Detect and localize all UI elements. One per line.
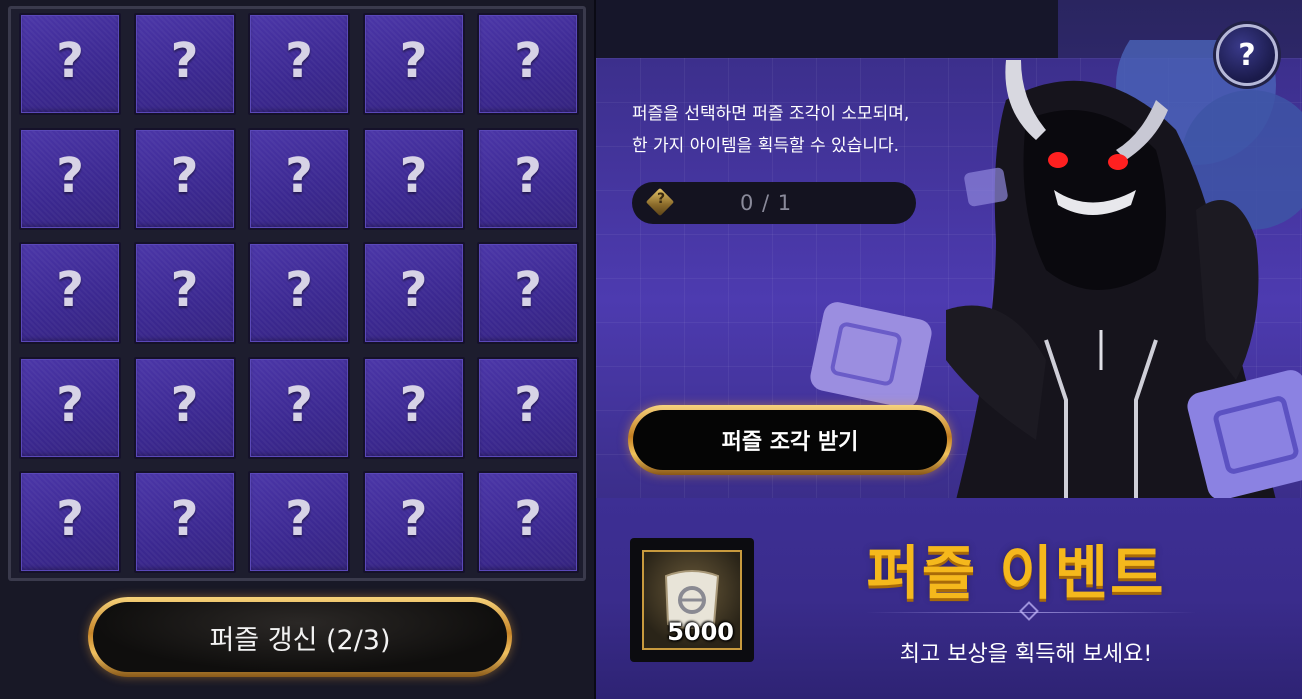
- event-subtitle: 최고 보상을 획득해 보세요!: [899, 642, 1153, 667]
- puzzle-tile[interactable]: ?: [133, 13, 236, 115]
- puzzle-tile[interactable]: ?: [19, 242, 121, 344]
- reward-item-frame: 5000: [642, 550, 742, 650]
- refresh-button-frame: 퍼즐 갱신 (2/3): [88, 597, 512, 677]
- question-mark-icon: ?: [56, 262, 84, 318]
- gem-question-mark: ?: [656, 191, 666, 207]
- description-line-2: 한 가지 아이템을 획득할 수 있습니다.: [632, 136, 900, 156]
- question-mark-icon: ?: [399, 262, 428, 318]
- question-mark-icon: ?: [285, 147, 313, 204]
- question-mark-icon: ?: [514, 147, 542, 204]
- puzzle-tile[interactable]: ?: [477, 242, 579, 344]
- puzzle-tile[interactable]: ?: [362, 471, 465, 573]
- event-title: 퍼즐 이벤트: [866, 539, 1166, 607]
- question-mark-icon: ?: [399, 376, 428, 433]
- reward-item-slot[interactable]: 5000: [630, 538, 754, 662]
- puzzle-tile[interactable]: ?: [19, 13, 121, 115]
- puzzle-block-icon: [964, 167, 1008, 207]
- puzzle-tile[interactable]: ?: [248, 13, 350, 115]
- puzzle-tile[interactable]: ?: [477, 356, 579, 459]
- question-mark-icon: ?: [514, 262, 542, 318]
- puzzle-grid: ?????????????????????????: [8, 6, 586, 581]
- puzzle-tile[interactable]: ?: [133, 471, 236, 573]
- puzzle-tile[interactable]: ?: [477, 471, 579, 573]
- puzzle-tile[interactable]: ?: [362, 127, 465, 230]
- question-mark-icon: ?: [170, 262, 199, 318]
- puzzle-tile[interactable]: ?: [133, 242, 236, 344]
- refresh-puzzle-button[interactable]: 퍼즐 갱신 (2/3): [93, 602, 507, 672]
- reward-quantity: 5000: [667, 618, 734, 646]
- help-button[interactable]: ?: [1216, 24, 1278, 86]
- question-mark-icon: ?: [285, 262, 313, 318]
- piece-count-text: 0 / 1: [740, 191, 793, 215]
- question-mark-icon: ?: [56, 147, 84, 204]
- question-mark-icon: ?: [514, 33, 542, 89]
- question-mark-icon: ?: [399, 33, 428, 89]
- question-mark-icon: ?: [285, 376, 313, 433]
- puzzle-tile[interactable]: ?: [362, 242, 465, 344]
- puzzle-tile[interactable]: ?: [133, 356, 236, 459]
- puzzle-block-icon: [810, 302, 932, 408]
- question-mark-icon: ?: [170, 376, 199, 433]
- puzzle-board-panel: ????????????????????????? 퍼즐 갱신 (2/3): [0, 0, 596, 699]
- question-mark-icon: ?: [170, 147, 199, 204]
- question-mark-icon: ?: [285, 33, 313, 89]
- puzzle-tile[interactable]: ?: [477, 13, 579, 115]
- puzzle-tile[interactable]: ?: [19, 127, 121, 230]
- question-mark-icon: ?: [514, 376, 542, 433]
- help-question-icon: ?: [1238, 37, 1256, 73]
- puzzle-tile[interactable]: ?: [248, 471, 350, 573]
- get-pieces-button-frame: 퍼즐 조각 받기: [628, 405, 952, 475]
- refresh-puzzle-label: 퍼즐 갱신 (2/3): [209, 624, 391, 656]
- question-mark-icon: ?: [285, 491, 313, 547]
- event-panel: 퍼즐을 선택하면 퍼즐 조각이 소모되며, 한 가지 아이템을 획득할 수 있습…: [596, 0, 1302, 699]
- get-puzzle-pieces-button[interactable]: 퍼즐 조각 받기: [633, 410, 947, 470]
- puzzle-tile[interactable]: ?: [248, 127, 350, 230]
- question-mark-icon: ?: [56, 33, 84, 89]
- puzzle-tile[interactable]: ?: [248, 242, 350, 344]
- question-mark-icon: ?: [56, 376, 84, 433]
- puzzle-tile[interactable]: ?: [362, 13, 465, 115]
- event-description: 퍼즐을 선택하면 퍼즐 조각이 소모되며, 한 가지 아이템을 획득할 수 있습…: [632, 98, 1012, 162]
- puzzle-tile[interactable]: ?: [477, 127, 579, 230]
- description-line-1: 퍼즐을 선택하면 퍼즐 조각이 소모되며,: [632, 104, 910, 124]
- puzzle-tile[interactable]: ?: [362, 356, 465, 459]
- puzzle-tile[interactable]: ?: [248, 356, 350, 459]
- puzzle-tile[interactable]: ?: [133, 127, 236, 230]
- get-pieces-label: 퍼즐 조각 받기: [721, 430, 859, 455]
- question-mark-icon: ?: [56, 491, 84, 547]
- question-mark-icon: ?: [514, 491, 542, 547]
- question-mark-icon: ?: [170, 33, 199, 89]
- puzzle-tile[interactable]: ?: [19, 471, 121, 573]
- question-mark-icon: ?: [399, 491, 428, 547]
- question-mark-icon: ?: [170, 491, 199, 547]
- event-footer: 5000 퍼즐 이벤트 최고 보상을 획득해 보세요!: [596, 498, 1302, 699]
- puzzle-tile[interactable]: ?: [19, 356, 121, 459]
- puzzle-piece-counter: ? 0 / 1: [632, 182, 916, 224]
- question-mark-icon: ?: [399, 147, 428, 204]
